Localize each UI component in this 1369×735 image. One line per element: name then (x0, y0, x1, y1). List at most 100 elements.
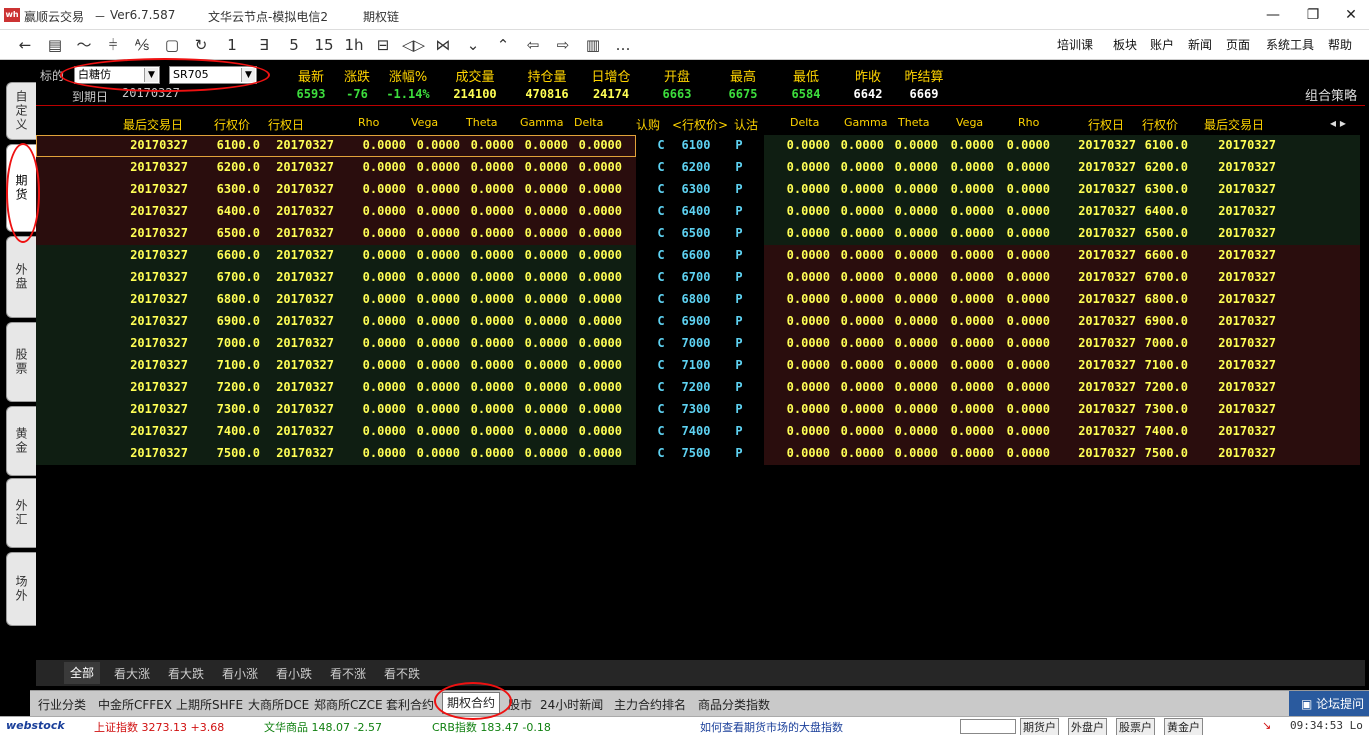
header-left-3[interactable]: Rho (358, 116, 379, 129)
account-button-1[interactable]: 外盘户 (1068, 718, 1107, 735)
menu-5[interactable]: 系统工具 (1266, 36, 1314, 53)
nav-tab-5[interactable]: 外汇 (6, 478, 36, 548)
chevron-down-icon[interactable]: ▼ (241, 68, 255, 82)
formula-icon[interactable]: ⅍ (131, 34, 153, 56)
table-row[interactable]: 20170327 7000.0 20170327 0.0000 0.0000 0.0000… (36, 333, 1362, 355)
prev-icon[interactable]: ⇦ (522, 34, 544, 56)
header-right-6[interactable]: 行权价 (1142, 116, 1178, 133)
header-left-2[interactable]: 行权日 (268, 116, 304, 133)
scroll-arrows-icon[interactable]: ◂ ▸ (1330, 116, 1346, 130)
bottom-tab-8[interactable]: 24小时新闻 (540, 696, 603, 713)
chevron-down-icon[interactable]: ▼ (144, 68, 158, 82)
menu-3[interactable]: 新闻 (1188, 36, 1212, 53)
bottom-tab-3[interactable]: 大商所DCE (248, 696, 309, 713)
header-right-1[interactable]: Gamma (844, 116, 887, 129)
header-mid-1[interactable]: <行权价> (672, 116, 728, 133)
menu-1[interactable]: 板块 (1113, 36, 1137, 53)
header-right-7[interactable]: 最后交易日 (1204, 116, 1264, 133)
header-right-5[interactable]: 行权日 (1088, 116, 1124, 133)
account-button-0[interactable]: 期货户 (1020, 718, 1059, 735)
menu-6[interactable]: 帮助 (1328, 36, 1352, 53)
account-button-2[interactable]: 股票户 (1116, 718, 1155, 735)
header-left-6[interactable]: Gamma (520, 116, 563, 129)
header-mid-2[interactable]: 认沽 (734, 116, 758, 133)
underlying-select[interactable]: 白糖仿 ▼ (74, 66, 160, 84)
nav-tab-4[interactable]: 黄金 (6, 406, 36, 476)
filter-tab-3[interactable]: 看小涨 (222, 665, 258, 682)
up-icon[interactable]: ⌃ (492, 34, 514, 56)
close-button[interactable]: ✕ (1336, 4, 1366, 26)
down-icon[interactable]: ⌄ (462, 34, 484, 56)
nav-tab-0[interactable]: 自定义 (6, 82, 36, 140)
menu-0[interactable]: 培训课 (1057, 36, 1093, 53)
header-left-7[interactable]: Delta (574, 116, 603, 129)
more-icon[interactable]: … (612, 34, 634, 56)
bottom-tab-0[interactable]: 行业分类 (38, 696, 86, 713)
filter-tab-2[interactable]: 看大跌 (168, 665, 204, 682)
zoom-icon[interactable]: ◁▷ (402, 34, 425, 56)
table-row[interactable]: 20170327 7500.0 20170327 0.0000 0.0000 0.0000… (36, 443, 1362, 465)
minimize-button[interactable]: — (1258, 4, 1288, 26)
strategy-button[interactable]: 组合策略 (1305, 85, 1357, 104)
bottom-tab-2[interactable]: 上期所SHFE (176, 696, 243, 713)
menu-4[interactable]: 页面 (1226, 36, 1250, 53)
nav-tab-6[interactable]: 场外 (6, 552, 36, 626)
header-right-3[interactable]: Vega (956, 116, 983, 129)
ticker-item-0[interactable]: 上证指数 3273.13 +3.68 (94, 719, 224, 735)
filter-tab-0[interactable]: 全部 (64, 662, 101, 684)
period-5-icon[interactable]: 5 (283, 34, 305, 56)
period-day-icon[interactable]: ⊟ (372, 34, 394, 56)
save-icon[interactable]: ▢ (161, 34, 183, 56)
period-15-icon[interactable]: 15 (313, 34, 335, 56)
table-row[interactable]: 20170327 7400.0 20170327 0.0000 0.0000 0.0000… (36, 421, 1362, 443)
refresh-icon[interactable]: ↻ (190, 34, 212, 56)
bottom-tab-9[interactable]: 主力合约排名 (614, 696, 686, 713)
header-left-4[interactable]: Vega (411, 116, 438, 129)
back-icon[interactable]: ← (14, 34, 36, 56)
bottom-tab-4[interactable]: 郑商所CZCE (314, 696, 383, 713)
contract-select[interactable]: SR705 ▼ (169, 66, 257, 84)
filter-tab-4[interactable]: 看小跌 (276, 665, 312, 682)
header-left-5[interactable]: Theta (466, 116, 498, 129)
header-mid-0[interactable]: 认购 (636, 116, 660, 133)
table-row[interactable]: 20170327 6200.0 20170327 0.0000 0.0000 0.0000… (36, 157, 1362, 179)
bottom-tab-10[interactable]: 商品分类指数 (698, 696, 770, 713)
menu-2[interactable]: 账户 (1150, 36, 1174, 53)
header-right-4[interactable]: Rho (1018, 116, 1039, 129)
table-row[interactable]: 20170327 6900.0 20170327 0.0000 0.0000 0.0000… (36, 311, 1362, 333)
table-row[interactable]: 20170327 6600.0 20170327 0.0000 0.0000 0.0000… (36, 245, 1362, 267)
kline-icon[interactable]: ⫩ (102, 34, 124, 56)
bottom-tab-1[interactable]: 中金所CFFEX (98, 696, 172, 713)
account-button-3[interactable]: 黄金户 (1164, 718, 1203, 735)
ticker-item-1[interactable]: 文华商品 148.07 -2.57 (264, 719, 382, 735)
bottom-tab-6[interactable]: 期权合约 (442, 692, 501, 714)
table-row[interactable]: 20170327 6700.0 20170327 0.0000 0.0000 0.0000… (36, 267, 1362, 289)
table-row[interactable]: 20170327 7200.0 20170327 0.0000 0.0000 0.0000… (36, 377, 1362, 399)
filter-tab-1[interactable]: 看大涨 (114, 665, 150, 682)
table-row[interactable]: 20170327 6500.0 20170327 0.0000 0.0000 0.0000… (36, 223, 1362, 245)
nav-tab-3[interactable]: 股票 (6, 322, 36, 402)
nav-tab-1[interactable]: 期货 (6, 144, 36, 232)
ticker-item-3[interactable]: 如何查看期货市场的大盘指数 (700, 719, 843, 735)
next-icon[interactable]: ⇨ (552, 34, 574, 56)
header-right-0[interactable]: Delta (790, 116, 819, 129)
nav-tab-2[interactable]: 外盘 (6, 236, 36, 318)
table-row[interactable]: 20170327 7300.0 20170327 0.0000 0.0000 0.0000… (36, 399, 1362, 421)
list-icon[interactable]: ▤ (44, 34, 66, 56)
header-right-2[interactable]: Theta (898, 116, 930, 129)
layout-icon[interactable]: ▥ (582, 34, 604, 56)
period-3-icon[interactable]: ∃ (253, 34, 275, 56)
header-left-0[interactable]: 最后交易日 (123, 116, 183, 133)
line-chart-icon[interactable]: 〜 (73, 34, 95, 56)
period-1h-icon[interactable]: 1h (343, 34, 365, 56)
table-row[interactable]: 20170327 7100.0 20170327 0.0000 0.0000 0.0000… (36, 355, 1362, 377)
ticker-item-2[interactable]: CRB指数 183.47 -0.18 (432, 719, 551, 735)
table-row[interactable]: 20170327 6800.0 20170327 0.0000 0.0000 0.0000… (36, 289, 1362, 311)
filter-tab-6[interactable]: 看不跌 (384, 665, 420, 682)
restore-button[interactable]: ❐ (1298, 4, 1328, 26)
bottom-tab-5[interactable]: 套利合约 (386, 696, 434, 713)
compare-icon[interactable]: ⋈ (432, 34, 454, 56)
period-1-icon[interactable]: 1 (221, 34, 243, 56)
bottom-tab-7[interactable]: 股市 (508, 696, 532, 713)
ticker-search-input[interactable] (960, 719, 1016, 734)
